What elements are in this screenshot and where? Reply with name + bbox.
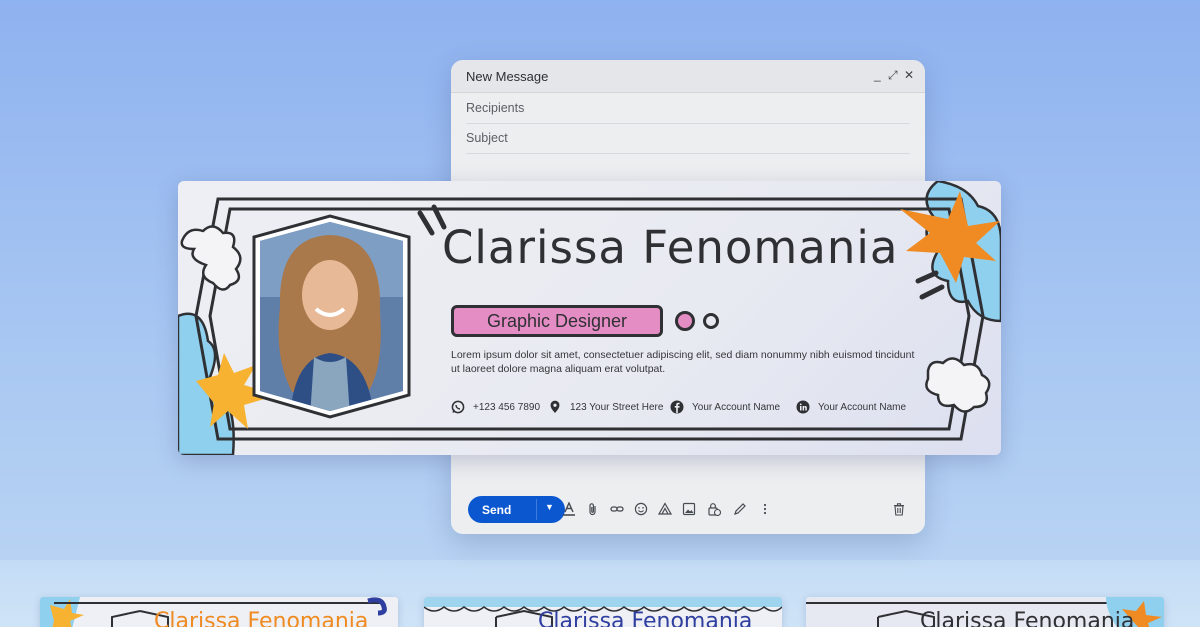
contact-linkedin-text: Your Account Name: [818, 401, 907, 413]
template-thumbnail[interactable]: Clarissa Fenomania: [806, 597, 1164, 627]
contact-facebook[interactable]: Your Account Name: [670, 399, 780, 415]
send-divider: [536, 499, 537, 520]
pen-icon[interactable]: [732, 501, 748, 517]
template-thumbnail[interactable]: Clarissa Fenomania: [40, 597, 398, 627]
trash-icon[interactable]: [891, 501, 907, 517]
template-thumbnail[interactable]: Clarissa Fenomania: [424, 597, 782, 627]
signature-bio: Lorem ipsum dolor sit amet, consectetuer…: [451, 349, 915, 375]
drive-icon[interactable]: [657, 501, 673, 517]
thumbnail-name: Clarissa Fenomania: [154, 609, 369, 627]
contact-address-text: 123 Your Street Here: [570, 401, 664, 413]
contact-linkedin[interactable]: Your Account Name: [796, 399, 906, 415]
send-label: Send: [482, 503, 512, 517]
contact-address[interactable]: 123 Your Street Here: [548, 399, 663, 415]
attach-icon[interactable]: [585, 501, 601, 517]
linkedin-icon: [796, 400, 810, 414]
image-icon[interactable]: [681, 501, 697, 517]
profile-photo: [250, 217, 412, 417]
compose-toolbar: Send ▼: [451, 494, 925, 534]
lock-clock-icon[interactable]: [706, 501, 722, 517]
send-button[interactable]: Send ▼: [468, 496, 565, 523]
contact-phone[interactable]: +123 456 7890: [451, 399, 540, 415]
contact-phone-text: +123 456 7890: [473, 401, 541, 413]
minimize-icon[interactable]: _: [874, 68, 881, 82]
facebook-icon: [670, 400, 684, 414]
location-pin-icon: [548, 400, 562, 414]
signature-name: Clarissa Fenomania: [442, 221, 899, 274]
decor-dot-outline: [703, 313, 719, 329]
close-icon[interactable]: ✕: [904, 68, 914, 82]
format-text-icon[interactable]: [561, 501, 577, 517]
contact-facebook-text: Your Account Name: [692, 401, 781, 413]
whatsapp-icon: [451, 400, 465, 414]
expand-icon[interactable]: ⤢: [888, 68, 898, 82]
link-icon[interactable]: [609, 501, 625, 517]
compose-title: New Message: [466, 69, 549, 84]
decor-dot-filled: [675, 311, 695, 331]
send-options-icon[interactable]: ▼: [545, 502, 554, 512]
more-icon[interactable]: [757, 501, 773, 517]
recipients-field[interactable]: Recipients: [466, 94, 910, 124]
emoji-icon[interactable]: [633, 501, 649, 517]
job-title-badge: Graphic Designer: [451, 305, 663, 337]
compose-header: New Message _ ⤢ ✕: [451, 60, 925, 93]
subject-field[interactable]: Subject: [466, 124, 910, 154]
thumbnail-name: Clarissa Fenomania: [538, 609, 753, 627]
email-signature-card: Clarissa Fenomania Graphic Designer Lore…: [178, 181, 1001, 455]
thumbnail-name: Clarissa Fenomania: [920, 609, 1135, 627]
